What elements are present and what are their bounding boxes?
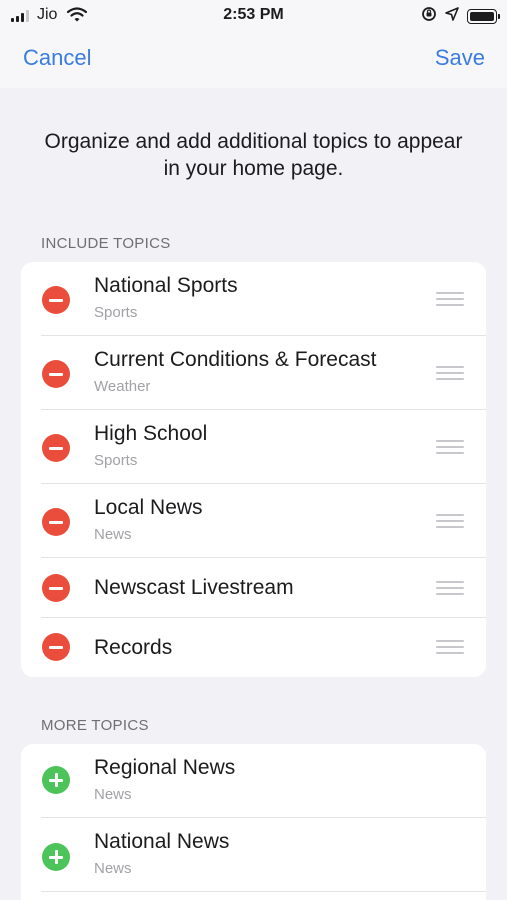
topic-title: Records	[94, 636, 173, 659]
reorder-handle-icon[interactable]	[436, 581, 464, 595]
remove-icon[interactable]	[42, 574, 70, 602]
topic-category: News	[94, 526, 132, 543]
reorder-handle-icon[interactable]	[436, 440, 464, 454]
intro-text: Organize and add additional topics to ap…	[44, 130, 463, 180]
more-topics-header: MORE TOPICS	[41, 717, 149, 734]
reorder-handle-icon[interactable]	[436, 514, 464, 528]
topic-category: Sports	[94, 304, 138, 321]
save-button[interactable]: Save	[435, 45, 485, 71]
remove-icon[interactable]	[42, 360, 70, 388]
remove-icon[interactable]	[42, 633, 70, 661]
topic-category: Weather	[94, 378, 151, 395]
more-topics-list: Regional News News National News News	[21, 744, 486, 900]
status-bar: Jio 2:53 PM	[0, 0, 507, 30]
reorder-handle-icon[interactable]	[436, 366, 464, 380]
divider	[41, 891, 486, 892]
include-topics-header: INCLUDE TOPICS	[41, 235, 171, 252]
topic-category: News	[94, 786, 132, 803]
cancel-button[interactable]: Cancel	[23, 45, 91, 71]
list-item: High School Sports	[21, 410, 486, 484]
top-bar: Jio 2:53 PM Cancel Save	[0, 0, 507, 88]
add-icon[interactable]	[42, 843, 70, 871]
topic-title: Regional News	[94, 756, 236, 779]
list-item: Local News News	[21, 484, 486, 558]
add-icon[interactable]	[42, 766, 70, 794]
list-item: Current Conditions & Forecast Weather	[21, 336, 486, 410]
list-item: National Sports Sports	[21, 262, 486, 336]
topic-category: News	[94, 860, 132, 877]
topic-title: National News	[94, 830, 230, 853]
list-item[interactable]: National News News	[21, 818, 486, 892]
reorder-handle-icon[interactable]	[436, 292, 464, 306]
location-icon	[445, 7, 459, 26]
remove-icon[interactable]	[42, 508, 70, 536]
battery-icon	[467, 9, 500, 24]
remove-icon[interactable]	[42, 286, 70, 314]
topic-title: Current Conditions & Forecast	[94, 348, 377, 371]
topic-title: Local News	[94, 496, 203, 519]
remove-icon[interactable]	[42, 434, 70, 462]
topic-title: Newscast Livestream	[94, 576, 294, 599]
orientation-lock-icon	[421, 6, 437, 27]
topic-title: National Sports	[94, 274, 238, 297]
status-right	[421, 6, 500, 27]
list-item: Records	[21, 618, 486, 677]
list-item: Newscast Livestream	[21, 558, 486, 618]
include-topics-list: National Sports Sports Current Condition…	[21, 262, 486, 677]
reorder-handle-icon[interactable]	[436, 640, 464, 654]
topic-category: Sports	[94, 452, 138, 469]
topic-title: High School	[94, 422, 208, 445]
list-item[interactable]: Regional News News	[21, 744, 486, 818]
